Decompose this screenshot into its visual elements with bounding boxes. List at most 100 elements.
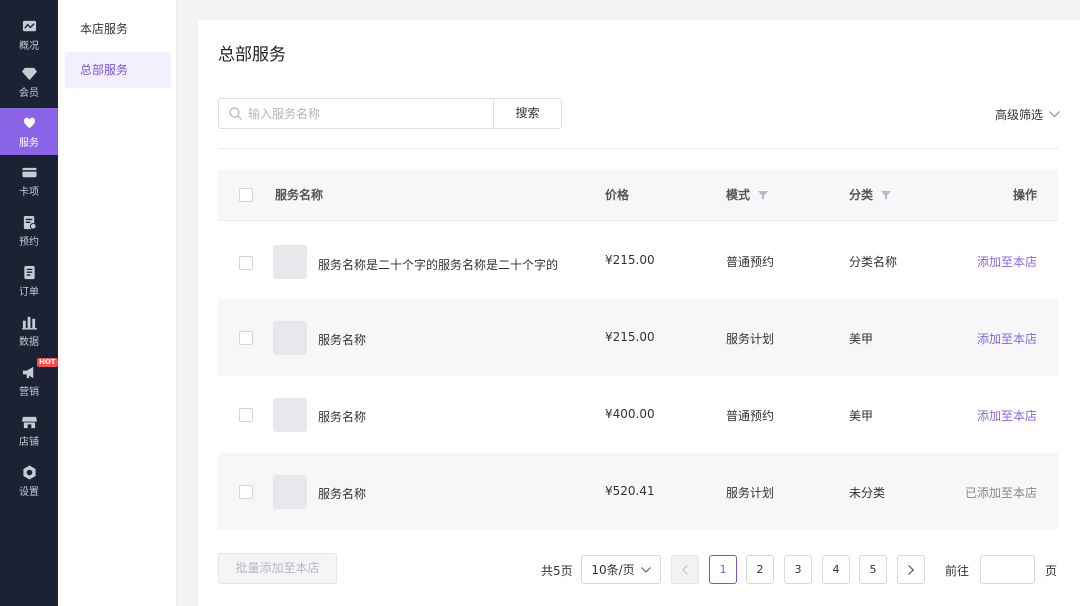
page-button-4[interactable]: 4 [822, 555, 850, 584]
service-name: 服务名称 [318, 410, 367, 424]
service-thumbnail [273, 245, 307, 279]
store-icon [21, 414, 37, 430]
added-to-store-status: 已添加至本店 [964, 486, 1037, 500]
row-checkbox[interactable] [239, 331, 253, 345]
service-price: ¥215.00 [605, 330, 655, 344]
service-mode: 普通预约 [726, 409, 775, 423]
page-button-1[interactable]: 1 [709, 555, 737, 584]
page-unit-label: 页 [1045, 564, 1058, 578]
nav-item-cards[interactable]: 卡项 [0, 158, 58, 204]
service-mode: 服务计划 [726, 332, 775, 346]
nav-label: 概况 [19, 41, 39, 52]
appointment-icon [21, 214, 37, 230]
service-category: 美甲 [849, 409, 874, 423]
search-box [218, 98, 494, 129]
nav-label: 设置 [19, 487, 39, 498]
service-category: 未分类 [849, 486, 886, 500]
nav-label: 卡项 [19, 187, 39, 198]
chevron-down-icon [640, 566, 651, 573]
row-checkbox[interactable] [239, 256, 253, 270]
divider [218, 148, 1058, 149]
service-mode: 服务计划 [726, 486, 775, 500]
sub-menu: 本店服务 总部服务 [58, 0, 177, 606]
prev-page-button[interactable] [671, 555, 699, 584]
main-nav-rail: 概况 会员 服务 卡项 预约 订单 数据 营销 HOT 店铺 设置 [0, 0, 58, 606]
add-to-store-link[interactable]: 添加至本店 [977, 407, 1037, 424]
nav-label: 预约 [19, 237, 39, 248]
header-mode-label: 模式 [726, 188, 751, 202]
service-thumbnail [273, 321, 307, 355]
add-to-store-link[interactable]: 添加至本店 [977, 253, 1037, 270]
nav-item-appointment[interactable]: 预约 [0, 208, 58, 254]
total-pages: 共5页 [541, 564, 573, 578]
table-row: 服务名称是二十个字的服务名称是二十个字的 ¥215.00 普通预约 分类名称 添… [218, 222, 1058, 299]
search-button[interactable]: 搜索 [493, 98, 562, 129]
table-row: 服务名称 ¥400.00 普通预约 美甲 添加至本店 [218, 376, 1058, 453]
nav-label: 会员 [19, 88, 39, 99]
header-action: 操作 [1013, 188, 1038, 202]
select-all-checkbox[interactable] [239, 188, 253, 202]
card-icon [21, 164, 37, 180]
search-icon [229, 107, 242, 120]
page-size-value: 10条/页 [591, 563, 635, 577]
nav-label: 订单 [19, 287, 39, 298]
page-size-select[interactable]: 10条/页 [581, 555, 661, 584]
table-row: 服务名称 ¥520.41 服务计划 未分类 已添加至本店 [218, 453, 1058, 530]
row-checkbox[interactable] [239, 485, 253, 499]
nav-item-orders[interactable]: 订单 [0, 258, 58, 304]
nav-item-members[interactable]: 会员 [0, 60, 58, 104]
header-category-label: 分类 [849, 188, 874, 202]
page-button-3[interactable]: 3 [784, 555, 812, 584]
advanced-filter-label: 高级筛选 [994, 108, 1043, 122]
add-to-store-link[interactable]: 添加至本店 [977, 330, 1037, 347]
service-name: 服务名称是二十个字的服务名称是二十个字的 [318, 258, 559, 272]
header-mode: 模式 [726, 170, 769, 220]
submenu-item-hq-services[interactable]: 总部服务 [65, 52, 171, 88]
service-price: ¥520.41 [605, 484, 655, 498]
nav-item-store[interactable]: 店铺 [0, 408, 58, 454]
megaphone-icon [21, 364, 37, 380]
filter-icon[interactable] [758, 190, 769, 200]
service-category: 美甲 [849, 332, 874, 346]
next-page-button[interactable] [897, 555, 925, 584]
goto-page-input[interactable] [980, 555, 1035, 584]
nav-label: 服务 [19, 137, 39, 149]
row-checkbox[interactable] [239, 408, 253, 422]
page-button-5[interactable]: 5 [859, 555, 887, 584]
nav-item-settings[interactable]: 设置 [0, 458, 58, 504]
page-button-2[interactable]: 2 [746, 555, 774, 584]
service-thumbnail [273, 398, 307, 432]
nav-label: 营销 [19, 387, 39, 398]
chevron-right-icon [908, 564, 914, 575]
service-mode: 普通预约 [726, 255, 775, 269]
chevron-down-icon [1049, 111, 1060, 118]
advanced-filter-toggle[interactable]: 高级筛选 [995, 106, 1060, 123]
service-icon [21, 115, 37, 131]
bar-chart-icon [21, 314, 37, 330]
page-title: 总部服务 [218, 45, 286, 65]
nav-label: 数据 [19, 337, 39, 348]
goto-label: 前往 [945, 564, 970, 578]
nav-item-overview[interactable]: 概况 [0, 18, 58, 52]
nav-item-marketing[interactable]: 营销 HOT [0, 358, 58, 404]
hot-badge: HOT [37, 358, 58, 367]
service-price: ¥400.00 [605, 407, 655, 421]
service-price: ¥215.00 [605, 253, 655, 267]
filter-icon[interactable] [881, 190, 892, 200]
table-row: 服务名称 ¥215.00 服务计划 美甲 添加至本店 [218, 299, 1058, 376]
service-thumbnail [273, 475, 307, 509]
service-name: 服务名称 [318, 333, 367, 347]
nav-item-service[interactable]: 服务 [0, 108, 58, 155]
order-icon [21, 264, 37, 280]
service-category: 分类名称 [849, 255, 898, 269]
nav-item-data[interactable]: 数据 [0, 308, 58, 354]
service-name: 服务名称 [318, 487, 367, 501]
search-input[interactable] [248, 106, 488, 121]
submenu-item-store-services[interactable]: 本店服务 [65, 11, 171, 47]
header-price: 价格 [605, 188, 630, 202]
content-card: 总部服务 搜索 高级筛选 服务名称 价格 模式 分类 操作 服务名称是二十个字的… [198, 20, 1080, 606]
batch-add-button[interactable]: 批量添加至本店 [218, 553, 337, 584]
chevron-left-icon [682, 564, 688, 575]
diamond-icon [21, 65, 37, 81]
header-name: 服务名称 [275, 188, 324, 202]
